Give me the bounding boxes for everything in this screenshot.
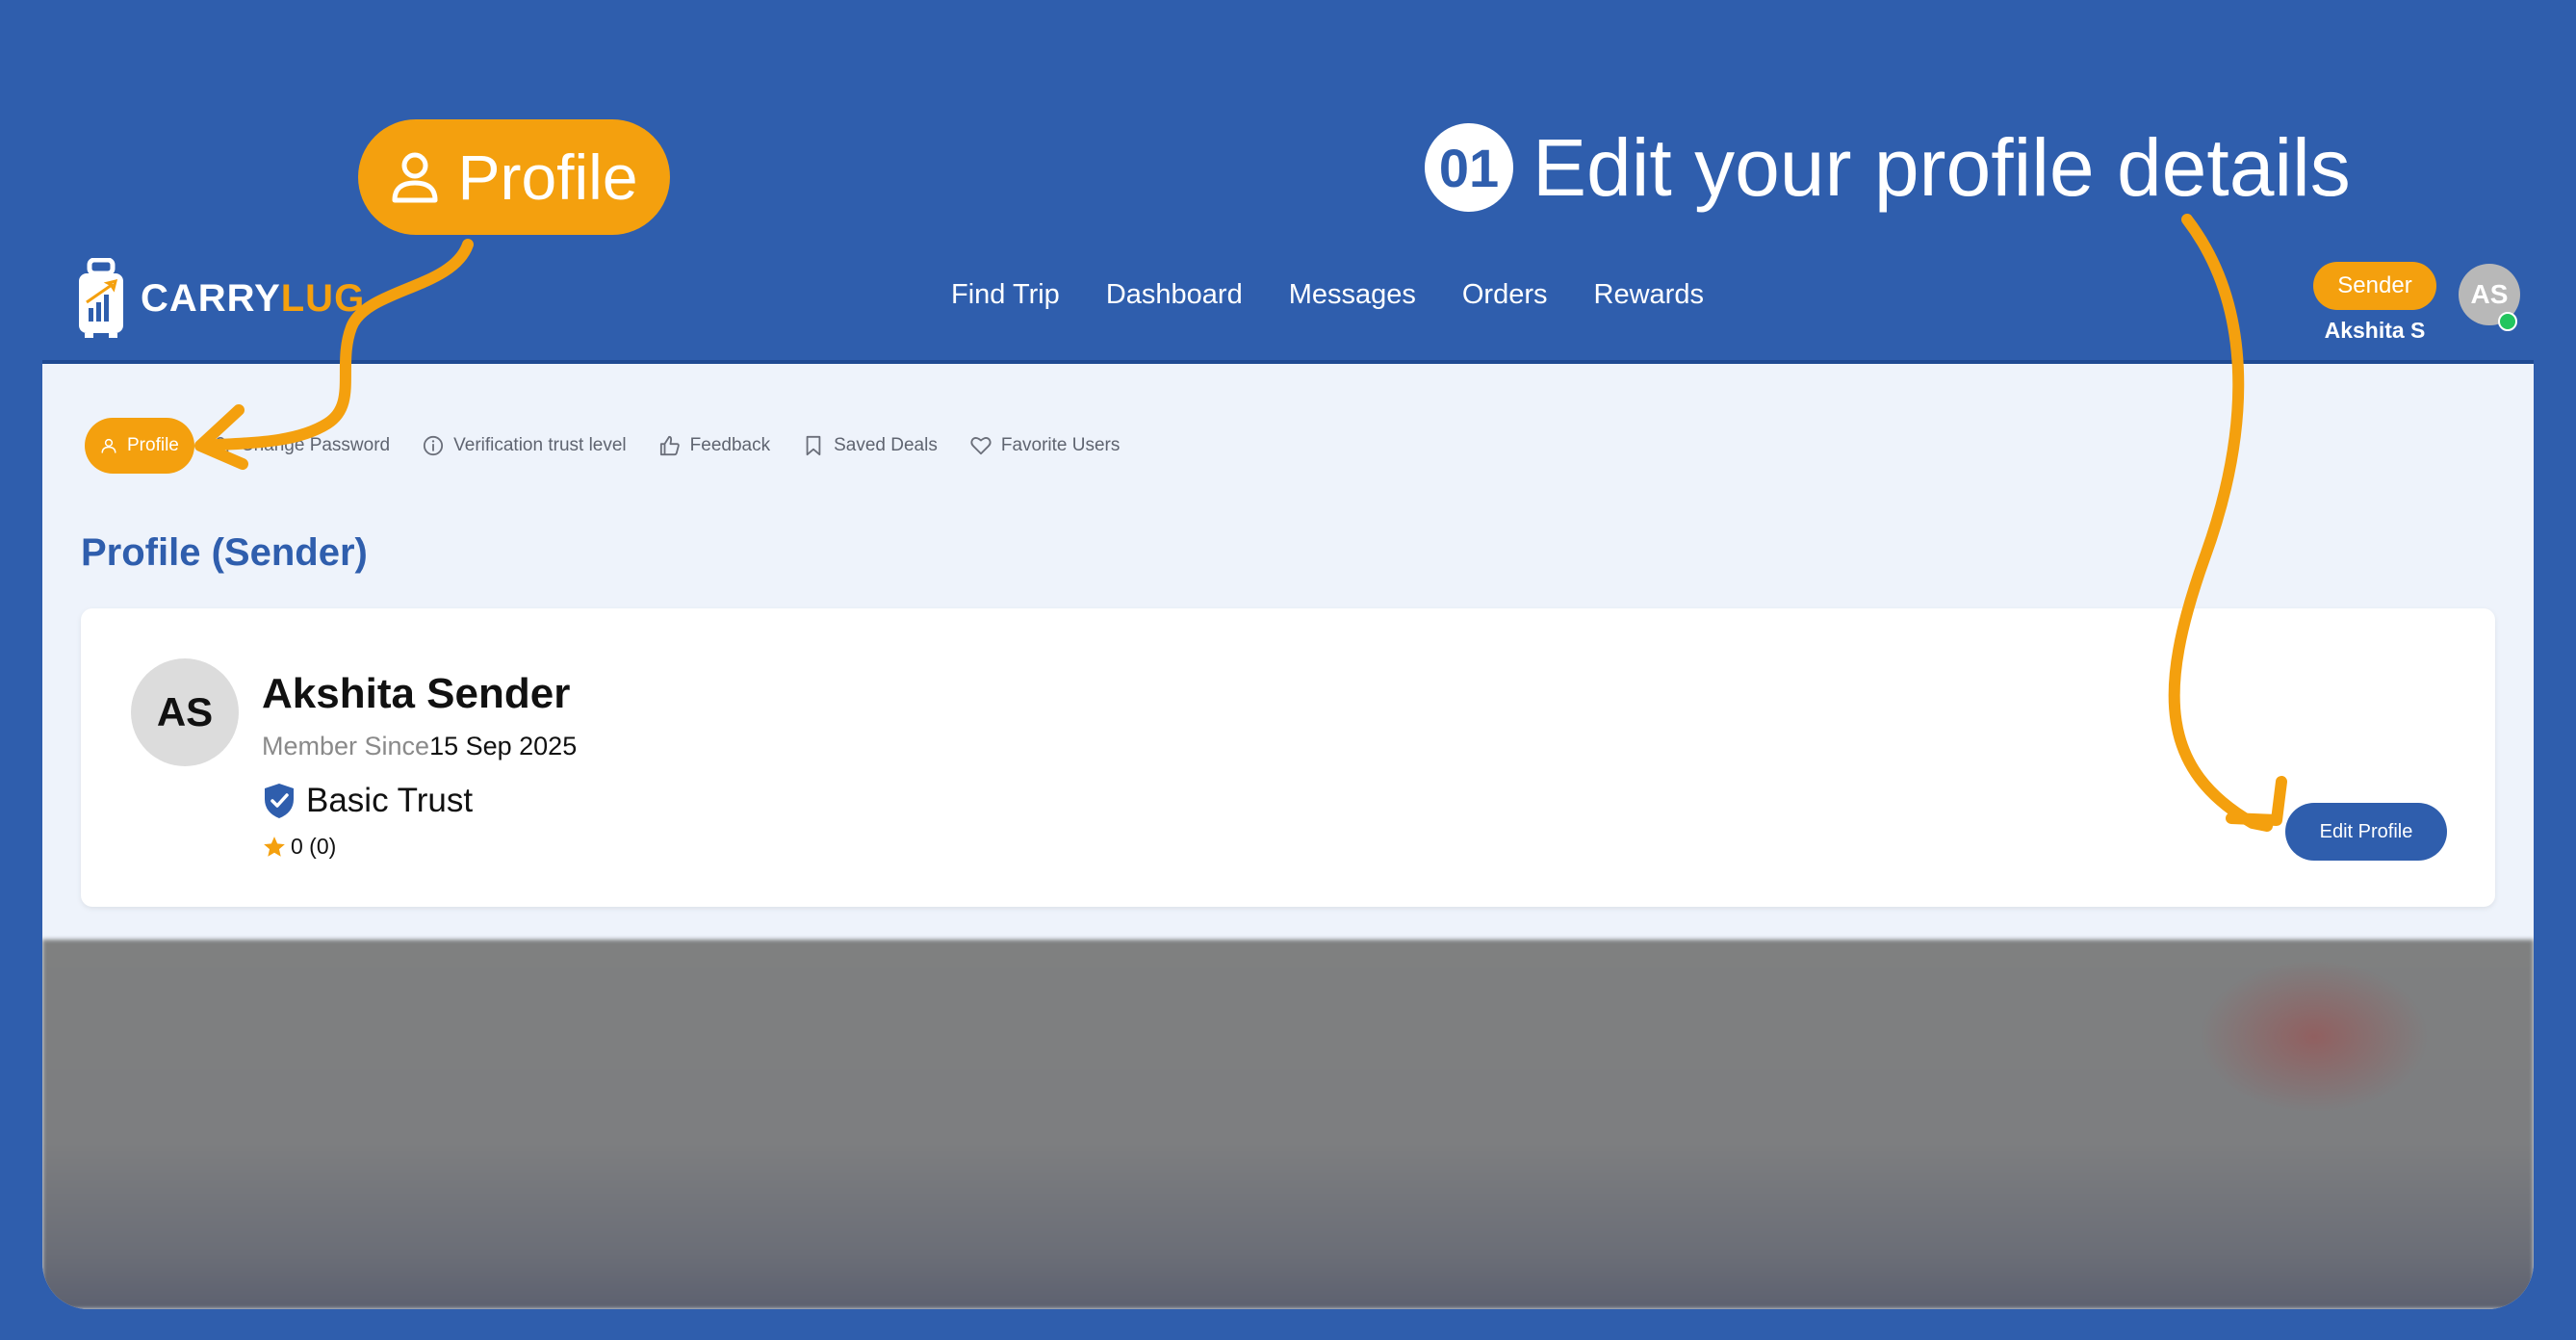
blurred-content (42, 940, 2534, 1309)
tab-label: Saved Deals (834, 435, 938, 455)
user-icon (392, 152, 438, 203)
user-icon (101, 438, 116, 453)
lock-icon (212, 436, 229, 456)
nav-messages[interactable]: Messages (1289, 279, 1416, 311)
nav-user-name: Akshita S (2324, 318, 2426, 343)
nav-orders[interactable]: Orders (1462, 279, 1548, 311)
role-badge[interactable]: Sender (2313, 262, 2436, 310)
trust-level: Basic Trust (262, 782, 473, 820)
tab-label: Favorite Users (1000, 435, 1121, 455)
star-icon (264, 836, 285, 857)
member-since-label: Member Since (262, 732, 430, 760)
tab-favorite-users[interactable]: Favorite Users (970, 435, 1121, 456)
profile-card: AS Akshita Sender Member Since15 Sep 202… (81, 608, 2495, 907)
tab-saved-deals[interactable]: Saved Deals (803, 435, 938, 456)
navbar: CARRYLUG Find Trip Dashboard Messages Or… (42, 252, 2534, 364)
step-heading: 01 Edit your profile details (1425, 121, 2351, 213)
tab-feedback[interactable]: Feedback (659, 435, 770, 456)
edit-profile-button[interactable]: Edit Profile (2285, 803, 2447, 861)
blurred-highlight (2199, 960, 2430, 1114)
step-text: Edit your profile details (1533, 121, 2351, 213)
tab-label: Profile (127, 435, 179, 455)
profile-name: Akshita Sender (262, 670, 571, 717)
callout-label: Profile (457, 142, 638, 213)
profile-callout: Profile (358, 119, 670, 235)
tab-verification-trust-level[interactable]: Verification trust level (423, 435, 627, 456)
heart-icon (970, 437, 992, 455)
online-status-dot (2498, 312, 2517, 331)
tab-label: Change Password (240, 435, 391, 455)
step-number: 01 (1425, 123, 1513, 212)
tab-change-password[interactable]: Change Password (210, 435, 390, 456)
member-since: Member Since15 Sep 2025 (262, 732, 577, 761)
thumbs-up-icon (659, 435, 680, 456)
shield-check-icon (265, 784, 294, 818)
member-since-date: 15 Sep 2025 (429, 732, 578, 760)
rating-value: 0 (0) (291, 834, 337, 859)
page-title: Profile (Sender) (81, 531, 368, 574)
luggage-icon (79, 258, 123, 338)
tab-label: Verification trust level (453, 435, 627, 455)
tab-profile[interactable]: Profile (85, 418, 194, 474)
nav-find-trip[interactable]: Find Trip (951, 279, 1060, 311)
logo-text: CARRYLUG (141, 276, 366, 320)
nav-links: Find Trip Dashboard Messages Orders Rewa… (951, 279, 1704, 311)
nav-dashboard[interactable]: Dashboard (1106, 279, 1243, 311)
profile-avatar: AS (131, 658, 239, 766)
info-icon (424, 435, 444, 456)
nav-rewards[interactable]: Rewards (1594, 279, 1704, 311)
app-window: CARRYLUG Find Trip Dashboard Messages Or… (42, 252, 2534, 1309)
bookmark-icon (806, 435, 821, 456)
trust-level-label: Basic Trust (306, 782, 474, 819)
carrylug-logo[interactable]: CARRYLUG (75, 258, 365, 339)
rating: 0 (0) (262, 834, 336, 860)
tab-label: Feedback (689, 435, 771, 455)
profile-tabs: Profile Change Password Verification tru… (85, 418, 1120, 474)
